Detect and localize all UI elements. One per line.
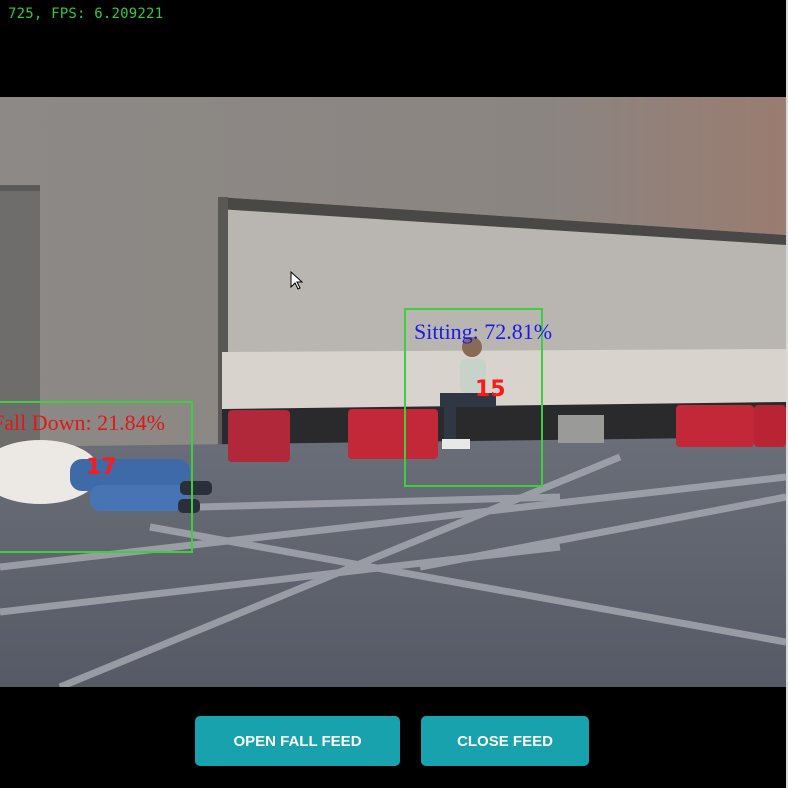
camera-scene (0, 97, 786, 687)
mouse-cursor-icon (290, 271, 304, 290)
fps-counter: 725, FPS: 6.209221 (8, 6, 164, 22)
camera-feed: Fall Down: 21.84% 17 Sitting: 72.81% 15 (0, 97, 786, 687)
fall-detection-label: Fall Down: 21.84% (0, 410, 165, 435)
open-fall-feed-button[interactable]: OPEN FALL FEED (195, 716, 400, 766)
fall-track-id: 17 (86, 455, 117, 480)
sitting-detection-label: Sitting: 72.81% (414, 319, 553, 344)
sitting-track-id: 15 (475, 377, 506, 402)
close-feed-button[interactable]: CLOSE FEED (421, 716, 589, 766)
